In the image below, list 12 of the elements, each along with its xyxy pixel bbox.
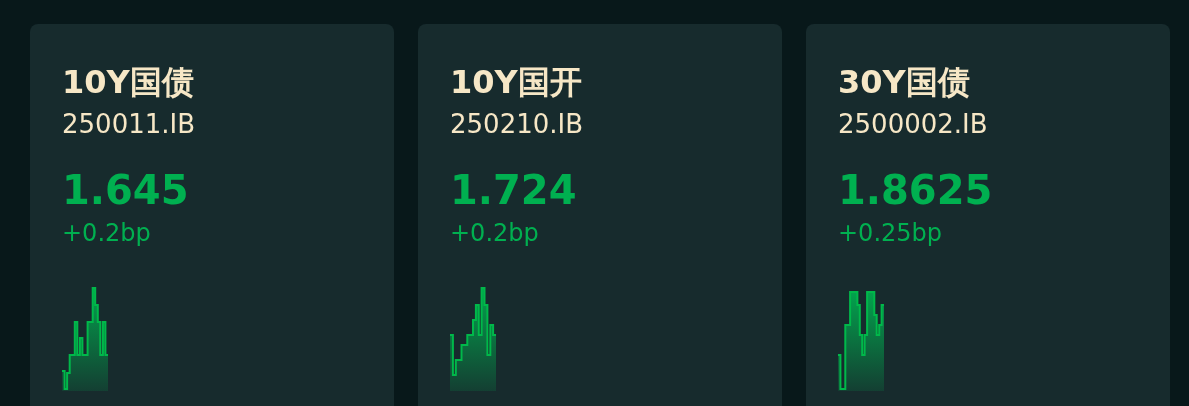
yield-value: 1.724 [450,166,577,215]
bond-name: 10Y国债 [62,62,194,103]
bond-code: 250210.IB [450,108,584,141]
yield-change: +0.25bp [838,218,942,249]
yield-value: 1.8625 [838,166,993,215]
yield-change: +0.2bp [62,218,151,249]
yield-change: +0.2bp [450,218,539,249]
bond-name: 10Y国开 [450,62,582,103]
bond-name: 30Y国债 [838,62,970,103]
yield-value: 1.645 [62,166,189,215]
bond-code: 250011.IB [62,108,196,141]
bond-code: 2500002.IB [838,108,988,141]
